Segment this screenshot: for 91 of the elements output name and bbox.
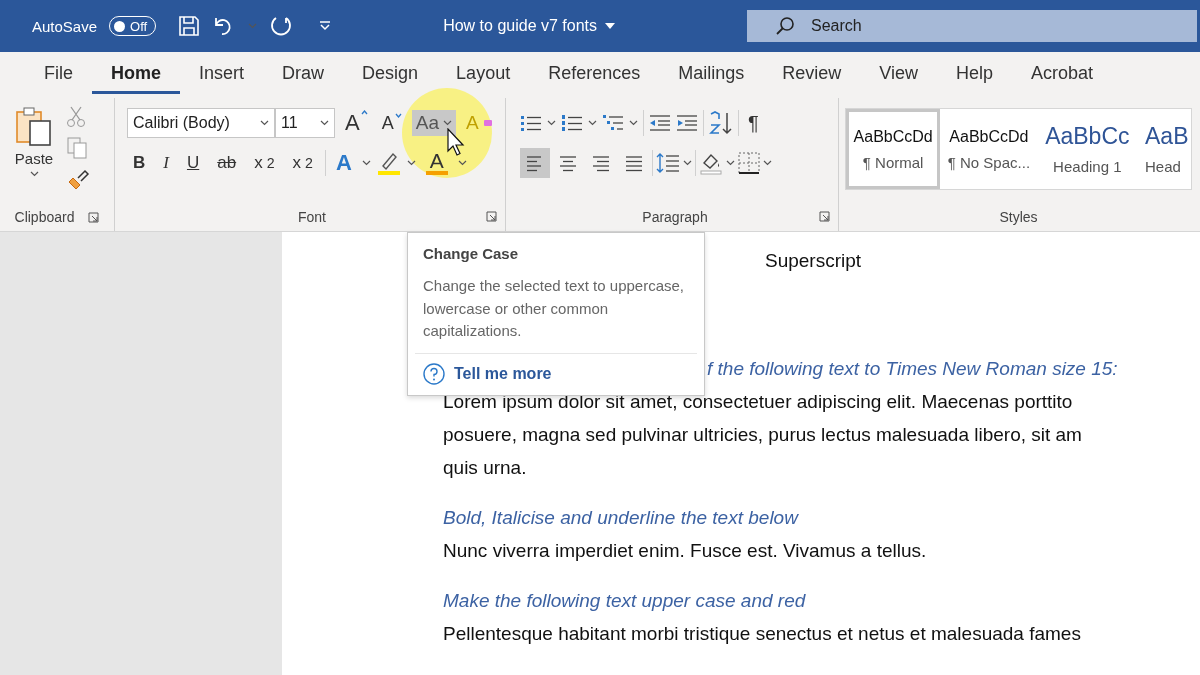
format-button[interactable]: I bbox=[157, 151, 175, 175]
paste-caret-icon[interactable] bbox=[29, 171, 39, 177]
dropdown-caret-icon[interactable] bbox=[457, 160, 467, 166]
shading-icon[interactable] bbox=[699, 151, 723, 175]
paintbrush-icon[interactable] bbox=[66, 168, 90, 192]
dialog-launcher-icon[interactable] bbox=[88, 211, 100, 223]
group-label: Styles bbox=[999, 209, 1038, 225]
search-icon bbox=[775, 16, 796, 36]
search-field[interactable]: Search bbox=[809, 16, 1014, 36]
clipboard-icon bbox=[14, 106, 54, 146]
style-option[interactable]: AaB Head bbox=[1137, 109, 1191, 189]
body-text: Nunc viverra imperdiet enim. Fusce est. Vivamus a tellus. bbox=[443, 539, 928, 563]
sort-icon[interactable] bbox=[709, 111, 733, 135]
style-option[interactable]: AaBbCcDd ¶ No Spac... bbox=[940, 109, 1038, 189]
instruction-text: Bold, Italicise and underline the text below bbox=[443, 506, 800, 530]
up-caret-icon bbox=[360, 110, 368, 115]
document-title[interactable]: How to guide v7 fonts bbox=[443, 17, 598, 35]
decrease-indent-icon[interactable] bbox=[649, 114, 671, 132]
body-text: Superscript bbox=[765, 249, 863, 273]
ribbon-tab[interactable]: Review bbox=[763, 56, 861, 94]
dropdown-caret-icon[interactable] bbox=[683, 160, 692, 166]
ribbon-tab[interactable]: Draw bbox=[263, 56, 344, 94]
style-option[interactable]: AaBbCcDd ¶ Normal bbox=[846, 109, 941, 189]
change-case-button[interactable]: Aa bbox=[411, 110, 456, 136]
dropdown-caret-icon[interactable] bbox=[361, 160, 371, 166]
increase-indent-icon[interactable] bbox=[676, 114, 698, 132]
tooltip-title: Change Case bbox=[423, 245, 520, 262]
ribbon-tab[interactable]: Mailings bbox=[659, 56, 764, 94]
ribbon-tab[interactable]: Design bbox=[343, 56, 438, 94]
instruction-text: Make the following text upper case and red bbox=[443, 589, 807, 613]
highlighter-icon[interactable] bbox=[376, 150, 401, 176]
format-button[interactable]: U bbox=[180, 151, 206, 175]
body-text: posuere, magna sed pulvinar ultricies, purus lectus malesuada libero, sit am bbox=[443, 423, 1083, 447]
format-button[interactable]: ab bbox=[211, 151, 243, 175]
group-label: Font bbox=[298, 209, 326, 225]
help-icon bbox=[423, 362, 445, 385]
ribbon-tab[interactable]: View bbox=[860, 56, 937, 94]
ribbon-tab[interactable]: Help bbox=[937, 56, 1012, 94]
dropdown-caret-icon[interactable] bbox=[588, 120, 597, 126]
font-name-field[interactable]: Calibri (Body) bbox=[127, 108, 275, 138]
tell-me-more-link[interactable]: Tell me more bbox=[454, 364, 552, 383]
eraser-icon bbox=[482, 119, 493, 127]
body-text: Pellentesque habitant morbi tristique senectus et netus et malesuada fames bbox=[443, 622, 1082, 646]
shrink-font-button[interactable]: A bbox=[377, 110, 406, 136]
ribbon-tab[interactable]: Home bbox=[92, 56, 181, 94]
dialog-launcher-icon[interactable] bbox=[819, 211, 830, 222]
search-box[interactable]: Search bbox=[747, 10, 1198, 42]
dialog-launcher-icon[interactable] bbox=[486, 211, 497, 222]
group-label: Paragraph bbox=[642, 209, 708, 225]
bullet-list-icon[interactable] bbox=[520, 114, 542, 132]
dropdown-caret-icon[interactable] bbox=[629, 120, 638, 126]
group-label: Clipboard bbox=[14, 209, 75, 225]
ribbon-tab[interactable]: References bbox=[529, 56, 660, 94]
font-size-field[interactable]: 11 bbox=[275, 108, 335, 138]
dropdown-caret-icon[interactable] bbox=[547, 120, 556, 126]
align-left-button[interactable] bbox=[520, 148, 550, 178]
ribbon-tab[interactable]: Insert bbox=[180, 56, 264, 94]
ribbon-tab[interactable]: Acrobat bbox=[1012, 56, 1113, 94]
caret-icon[interactable] bbox=[605, 23, 616, 29]
align-right-icon bbox=[591, 154, 611, 172]
format-button[interactable]: B bbox=[127, 151, 152, 175]
ribbon-tab[interactable]: File bbox=[25, 56, 92, 94]
font-color-button[interactable]: A bbox=[421, 149, 452, 177]
dropdown-caret-icon[interactable] bbox=[320, 120, 329, 126]
borders-icon[interactable] bbox=[738, 152, 760, 174]
body-text: quis urna. bbox=[443, 456, 528, 480]
autosave-label: AutoSave bbox=[32, 17, 98, 35]
dropdown-caret-icon[interactable] bbox=[442, 120, 452, 126]
ribbon-tab[interactable]: Layout bbox=[437, 56, 530, 94]
tooltip-description: Change the selected text to uppercase, lowercase or other common capitalizations. bbox=[423, 276, 685, 341]
text-effects-button[interactable]: A bbox=[331, 148, 356, 178]
mouse-pointer-icon bbox=[447, 128, 465, 156]
dropdown-caret-icon[interactable] bbox=[260, 120, 269, 126]
line-spacing-icon[interactable] bbox=[656, 152, 680, 174]
style-option[interactable]: AaBbCc Heading 1 bbox=[1037, 109, 1137, 189]
body-text: f the following text to Times New Roman size 15: bbox=[707, 357, 1119, 381]
multilevel-list-icon[interactable] bbox=[602, 114, 624, 132]
align-justify-icon bbox=[624, 154, 644, 172]
body-text: Lorem ipsum dolor sit amet, consectetuer adipiscing elit. Maecenas porttito bbox=[443, 390, 1074, 414]
customize-toolbar-icon[interactable] bbox=[319, 21, 332, 31]
down-caret-icon bbox=[394, 112, 402, 118]
save-icon[interactable] bbox=[178, 15, 201, 37]
dropdown-caret-icon[interactable] bbox=[763, 160, 772, 166]
dropdown-caret-icon[interactable] bbox=[406, 160, 416, 166]
grow-font-button[interactable]: A bbox=[341, 108, 372, 138]
redo-icon[interactable] bbox=[269, 14, 294, 38]
show-formatting-button[interactable]: ¶ bbox=[744, 109, 763, 137]
paste-button[interactable]: Paste bbox=[8, 104, 60, 192]
align-center-icon bbox=[558, 154, 578, 172]
numbered-list-icon[interactable] bbox=[561, 114, 583, 132]
dropdown-caret-icon[interactable] bbox=[726, 160, 735, 166]
